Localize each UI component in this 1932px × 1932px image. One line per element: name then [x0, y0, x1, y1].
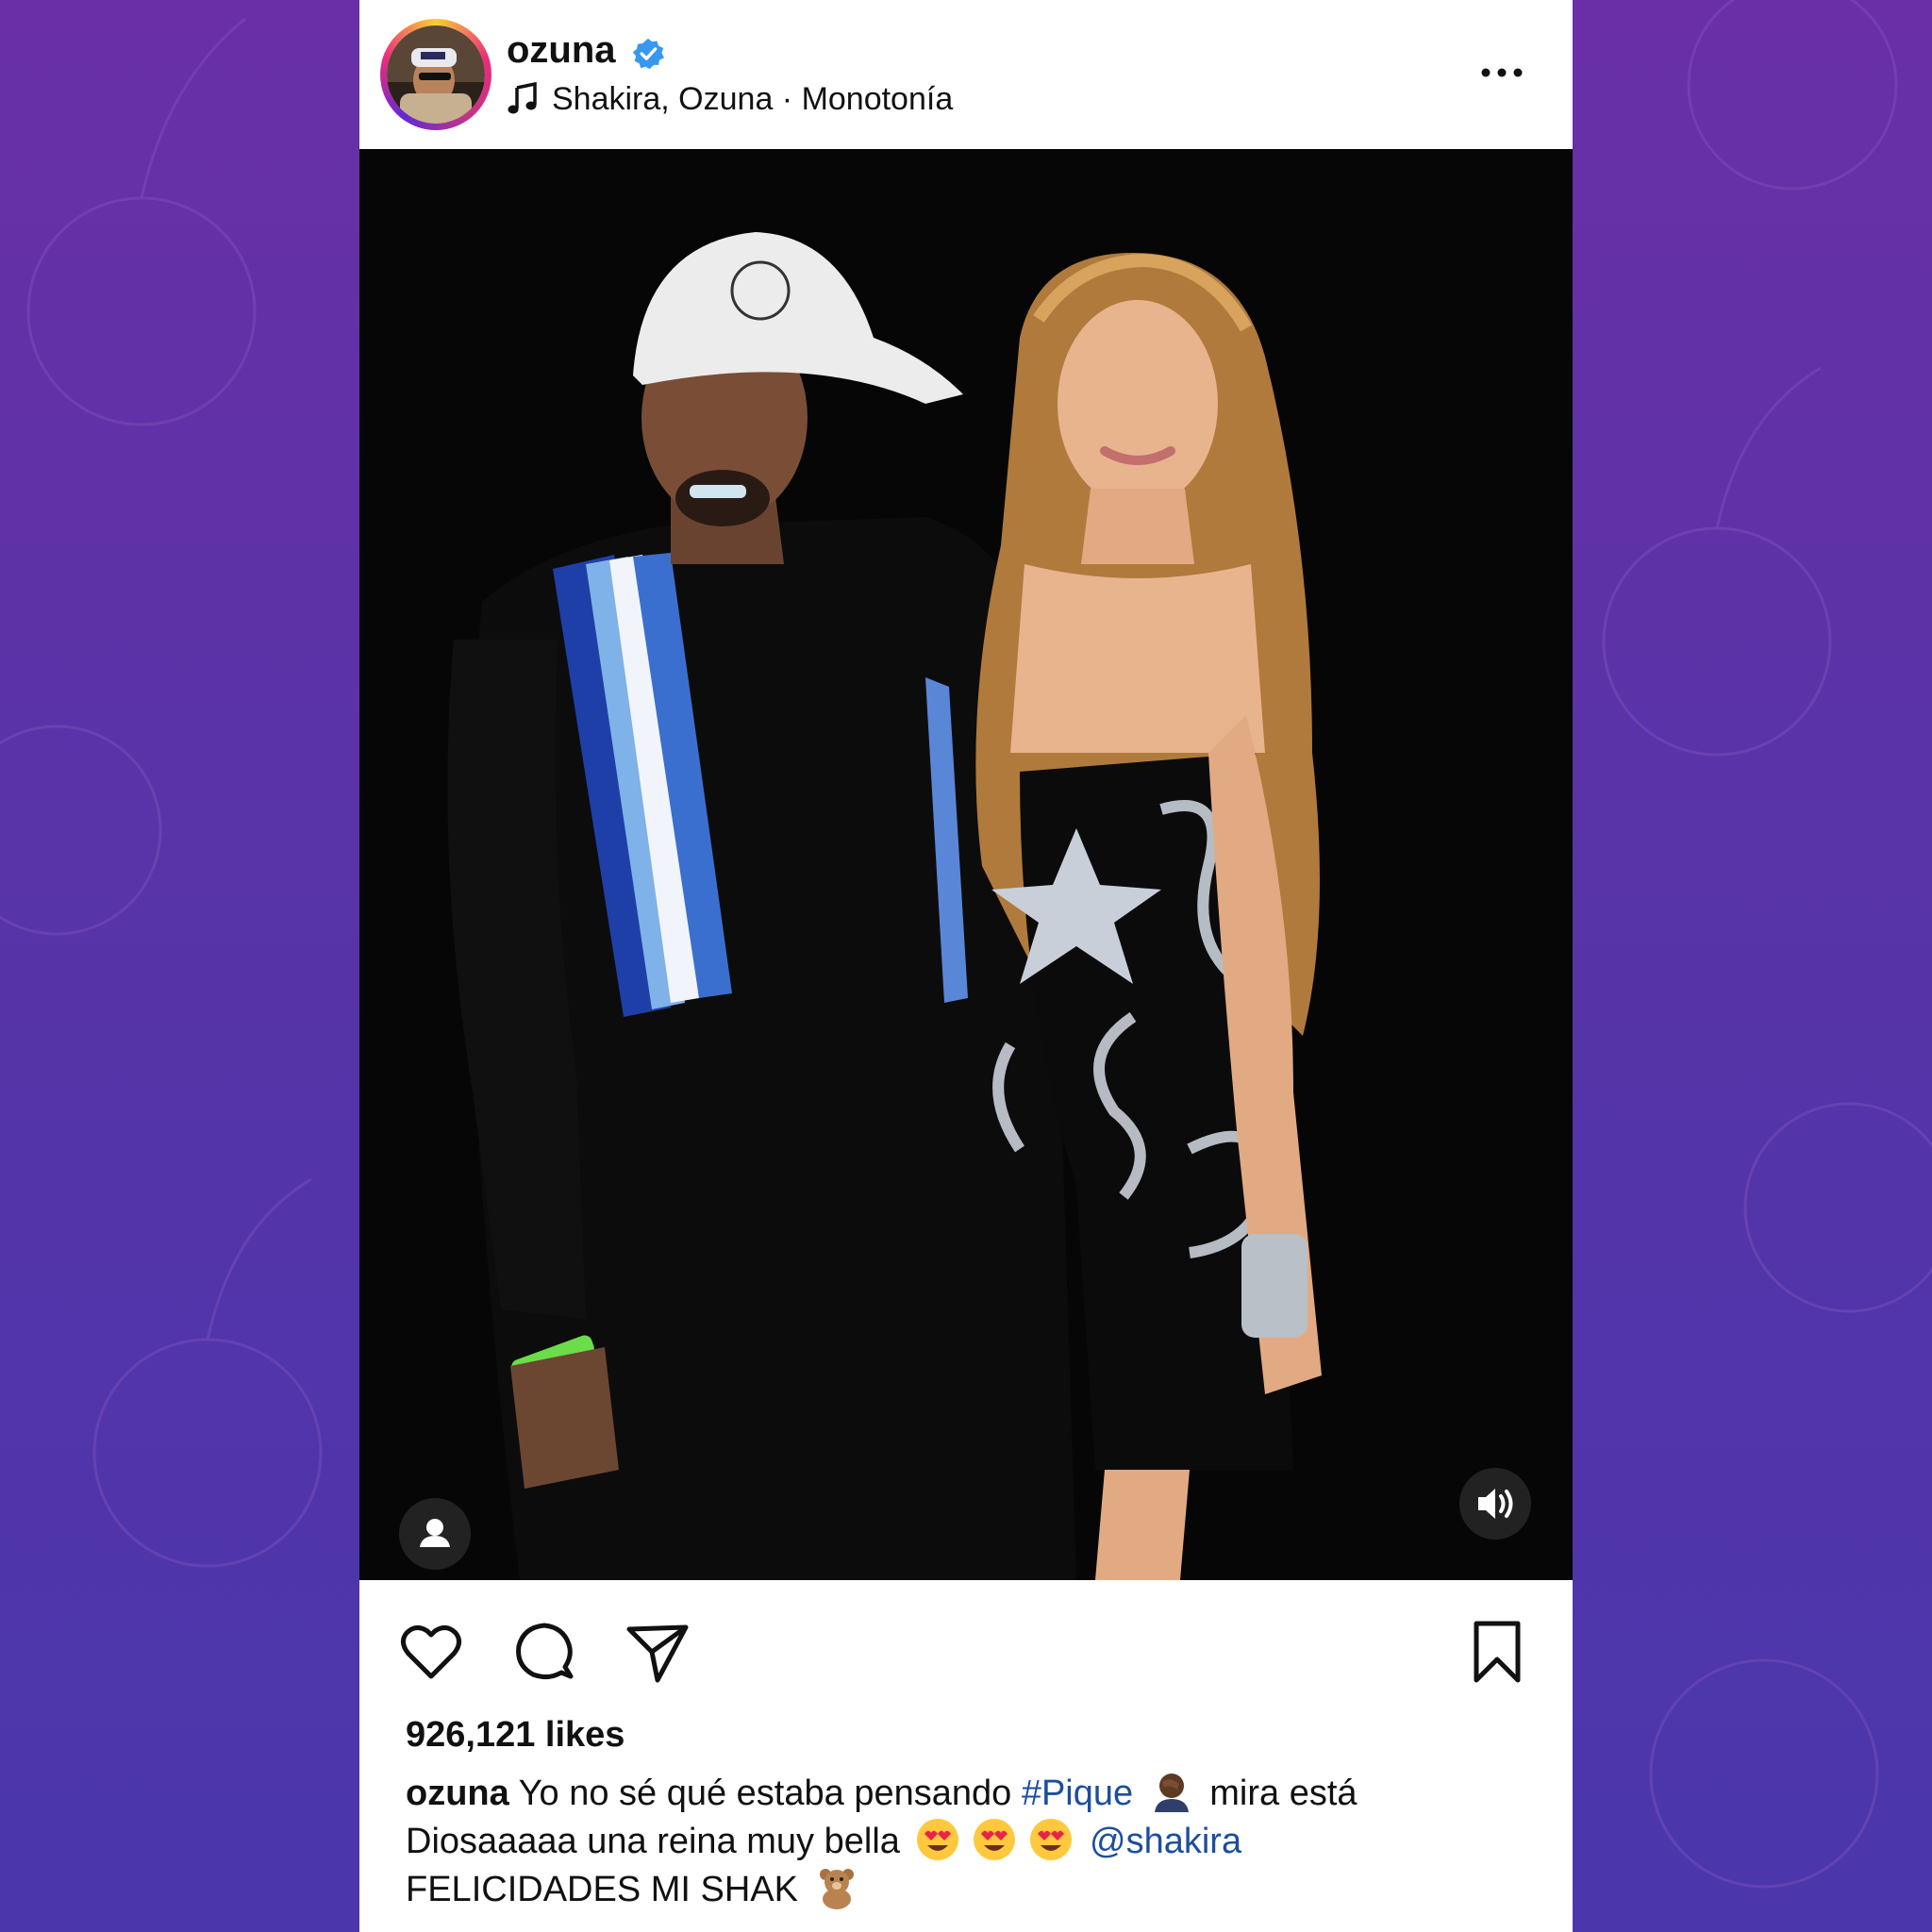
post-header: ozuna Shakira, Ozuna · Monotonía [359, 0, 1573, 149]
user-tag-button[interactable] [399, 1498, 471, 1570]
heart-eyes-emoji-icon [917, 1819, 959, 1860]
heart-eyes-emoji-icon [974, 1819, 1016, 1860]
post-caption: ozuna Yo no sé qué estaba pensando #Piqu… [406, 1769, 1519, 1913]
user-tag-icon [420, 1519, 450, 1547]
profile-avatar[interactable] [387, 25, 485, 124]
post-username[interactable]: ozuna [507, 28, 616, 72]
story-ring[interactable] [380, 19, 491, 130]
mention-link[interactable]: @shakira [1090, 1822, 1241, 1861]
music-note-icon [508, 82, 537, 114]
post-photo[interactable] [359, 149, 1573, 1580]
comment-icon[interactable] [510, 1618, 578, 1686]
volume-icon [1478, 1489, 1513, 1519]
photo-illustration [359, 149, 1573, 1580]
volume-button[interactable] [1459, 1468, 1531, 1540]
music-info[interactable]: Shakira, Ozuna · Monotonía [507, 77, 953, 121]
share-icon[interactable] [624, 1618, 691, 1686]
action-bar [359, 1580, 1573, 1712]
teddy-bear-emoji-icon [819, 1869, 854, 1909]
hashtag-link[interactable]: #Pique [1022, 1774, 1133, 1813]
caption-text-1b: mira está [1199, 1774, 1357, 1813]
instagram-post: ozuna Shakira, Ozuna · Monotonía 926,121… [359, 0, 1573, 1932]
bookmark-icon[interactable] [1463, 1618, 1531, 1686]
more-options-icon[interactable] [1478, 58, 1525, 87]
likes-count[interactable]: 926,121 likes [406, 1715, 625, 1756]
caption-text-2: Diosaaaaa una reina muy bella [406, 1822, 910, 1861]
music-title: Shakira, Ozuna · Monotonía [552, 80, 954, 117]
facepalm-emoji-icon [1154, 1774, 1189, 1812]
heart-eyes-emoji-icon [1030, 1819, 1073, 1860]
caption-username[interactable]: ozuna [406, 1774, 509, 1813]
heart-icon[interactable] [397, 1618, 465, 1686]
caption-text-1: Yo no sé qué estaba pensando [508, 1774, 1022, 1813]
caption-text-3: FELICIDADES MI SHAK [406, 1870, 808, 1909]
verified-badge-icon [632, 38, 664, 70]
